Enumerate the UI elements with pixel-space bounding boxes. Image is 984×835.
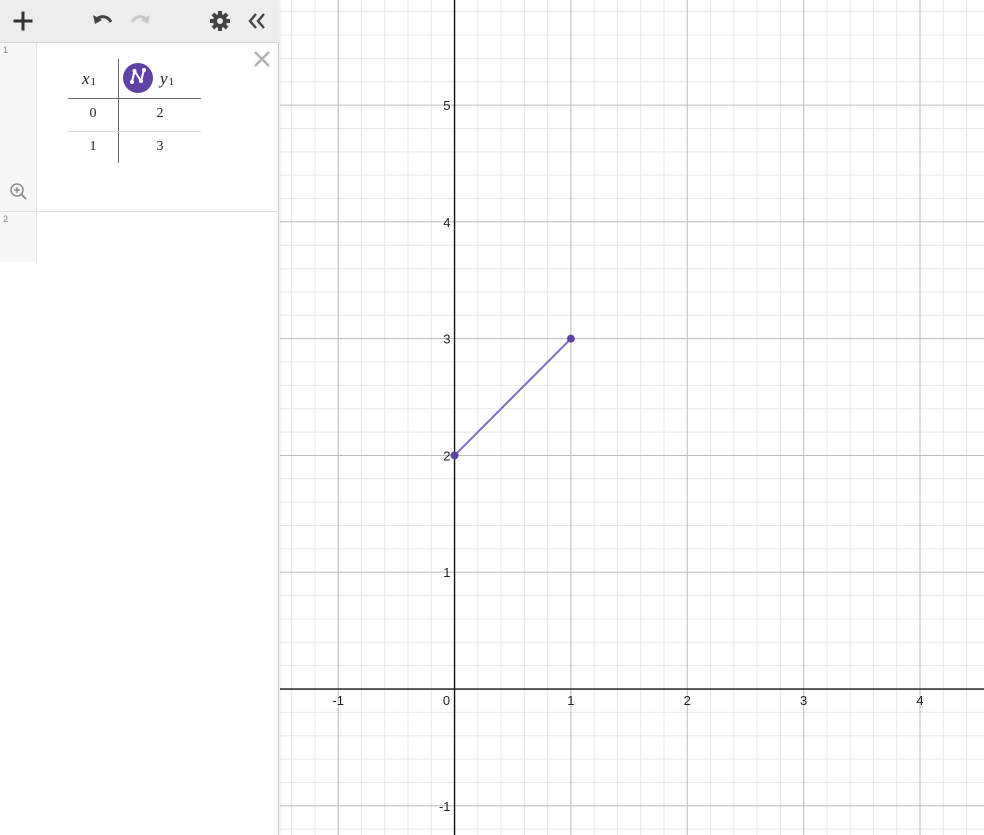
- x-tick-label: 0: [443, 693, 450, 708]
- double-chevron-left-icon: [246, 10, 268, 32]
- delete-expression-button[interactable]: [250, 49, 274, 73]
- table-cell[interactable]: 2: [135, 106, 185, 122]
- graph-svg[interactable]: -1 0 1 2 3 4 -1 1 2 3 4 5: [280, 0, 984, 835]
- expression-gutter: 2: [0, 212, 37, 262]
- expression-index: 2: [3, 214, 9, 224]
- y-tick-label: 4: [443, 215, 450, 230]
- expression-toolbar: [0, 0, 279, 43]
- graph-canvas[interactable]: -1 0 1 2 3 4 -1 1 2 3 4 5: [280, 0, 984, 835]
- y-tick-label: 2: [443, 448, 450, 463]
- gear-icon: [209, 10, 231, 32]
- table-row-divider: [68, 131, 201, 132]
- collapse-panel-button[interactable]: [242, 6, 272, 36]
- plus-icon: [12, 10, 34, 32]
- redo-icon: [128, 10, 152, 32]
- y-tick-label: -1: [439, 799, 451, 814]
- table-header-x1[interactable]: x1: [82, 57, 96, 100]
- lines-and-points-icon: [127, 65, 149, 92]
- table-header-divider: [68, 98, 201, 99]
- x-tick-label: -1: [332, 693, 344, 708]
- expression-panel: 1 x1 y1 0 2 1 3 2: [0, 0, 279, 835]
- table-cell[interactable]: 1: [68, 139, 118, 155]
- series-style-button[interactable]: [123, 63, 153, 93]
- expression-gutter: 1: [0, 43, 37, 211]
- x-tick-label: 3: [800, 693, 807, 708]
- table-header-y1[interactable]: y1: [160, 57, 174, 100]
- x-tick-label: 4: [916, 693, 923, 708]
- add-item-button[interactable]: [8, 6, 38, 36]
- expression-empty-row[interactable]: 2: [0, 212, 279, 262]
- y-tick-label: 5: [443, 98, 450, 113]
- expression-index: 1: [3, 45, 9, 55]
- axes: [280, 0, 984, 835]
- series-line: [453, 337, 572, 457]
- data-point: [450, 451, 459, 460]
- expression-table-row[interactable]: 1 x1 y1 0 2 1 3: [0, 43, 279, 212]
- close-icon: [252, 49, 272, 74]
- x-tick-label: 2: [684, 693, 691, 708]
- redo-button[interactable]: [125, 6, 155, 36]
- table-column-divider: [118, 59, 119, 163]
- y-tick-label: 3: [443, 332, 450, 347]
- settings-button[interactable]: [205, 6, 235, 36]
- y-tick-label: 1: [443, 565, 450, 580]
- table-cell[interactable]: 0: [68, 106, 118, 122]
- undo-button[interactable]: [88, 6, 118, 36]
- zoom-fit-button[interactable]: [8, 182, 28, 205]
- undo-icon: [91, 10, 115, 32]
- data-point: [566, 334, 575, 343]
- table-cell[interactable]: 3: [135, 139, 185, 155]
- zoom-in-icon: [9, 182, 27, 205]
- minor-gridlines: [280, 0, 984, 835]
- data-series: [450, 334, 575, 460]
- major-gridlines: [280, 0, 984, 835]
- x-tick-label: 1: [567, 693, 574, 708]
